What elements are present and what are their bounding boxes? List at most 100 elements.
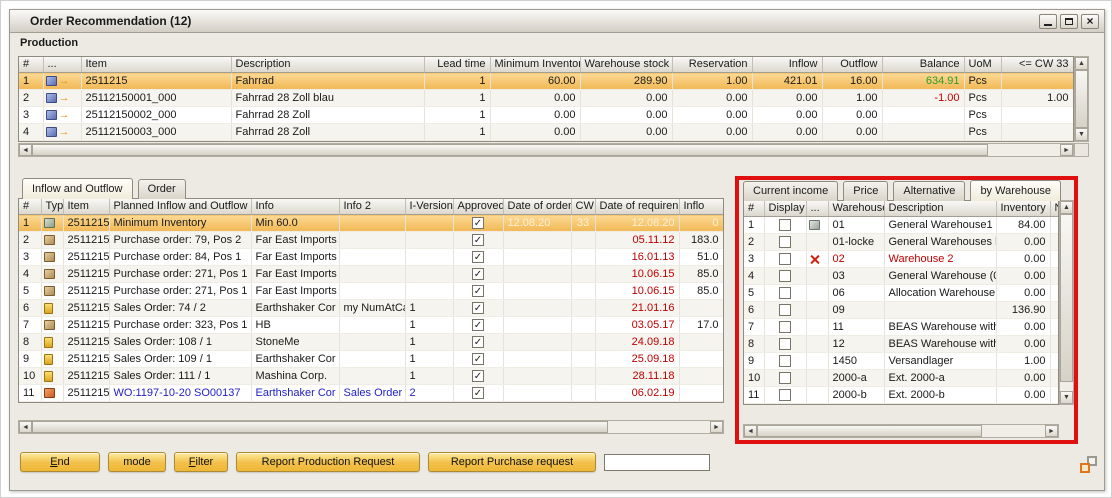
warehouse-row[interactable]: 101General Warehouse184.00 [744,217,1059,234]
scroll-left-icon[interactable]: ◄ [19,421,32,433]
scrollbar-thumb[interactable] [1060,214,1073,382]
display-checkbox[interactable] [779,219,791,231]
column-header-balance-cell[interactable]: Balance [882,57,964,73]
report-production-request-button[interactable]: Report Production Request [236,452,420,472]
column-header-cw-qty-cell[interactable]: <= CW 33 [1001,57,1073,73]
end-button[interactable]: End [20,452,100,472]
flow-row[interactable]: 62511215Sales Order: 74 / 2Earthshaker C… [19,300,723,317]
warehouse-row[interactable]: 91450Versandlager1.00 [744,353,1059,370]
column-header-warehouse-description-cell[interactable]: Description [884,201,996,217]
column-header-type-icon-cell[interactable]: Typ [41,199,63,215]
warehouse-row[interactable]: 609136.90 [744,302,1059,319]
approved-checkbox[interactable]: ✓ [472,370,484,382]
column-header-row-number-cell[interactable]: # [19,199,41,215]
approved-checkbox[interactable]: ✓ [472,251,484,263]
scroll-left-icon[interactable]: ◄ [744,425,757,437]
column-header-planned-inflow-outflow-cell[interactable]: Planned Inflow and Outflow [109,199,251,215]
approved-checkbox[interactable]: ✓ [472,353,484,365]
display-checkbox[interactable] [779,236,791,248]
column-header-minimum-inventory-cell[interactable]: Minimum Inventory [490,57,580,73]
item-table-vscrollbar[interactable]: ▲▼ [1074,56,1089,142]
approved-checkbox[interactable]: ✓ [472,234,484,246]
warehouse-row[interactable]: 112000-bExt. 2000-b0.00 [744,387,1059,404]
column-header-inflow-cell[interactable]: Inflow [752,57,822,73]
scroll-right-icon[interactable]: ► [1045,425,1058,437]
scroll-up-icon[interactable]: ▲ [1075,57,1088,70]
scrollbar-thumb[interactable] [32,421,608,433]
column-header-inflow-cell[interactable]: Inflo [679,199,723,215]
item-row[interactable]: 4→25112150003_000Fahrrad 28 Zoll10.000.0… [19,124,1073,141]
item-row[interactable]: 1→2511215Fahrrad160.00289.901.00421.0116… [19,73,1073,90]
drilldown-arrow-icon[interactable]: → [59,92,70,104]
column-header-inventory-cell[interactable]: Inventory [996,201,1050,217]
flow-row[interactable]: 12511215Minimum InventoryMin 60.0✓12.08.… [19,215,723,232]
drilldown-arrow-icon[interactable]: → [59,109,70,121]
display-checkbox[interactable] [779,287,791,299]
scrollbar-track[interactable] [1075,70,1088,128]
scroll-down-icon[interactable]: ▼ [1060,391,1073,404]
approved-checkbox[interactable]: ✓ [472,268,484,280]
display-checkbox[interactable] [779,338,791,350]
tab-alternative[interactable]: Alternative [893,181,965,201]
approved-checkbox[interactable]: ✓ [472,217,484,229]
column-header-lead-time-cell[interactable]: Lead time [424,57,490,73]
flow-row[interactable]: 82511215Sales Order: 108 / 1StoneMe1✓24.… [19,334,723,351]
drilldown-arrow-icon[interactable]: → [59,75,70,87]
tab-price[interactable]: Price [843,181,888,201]
flow-row[interactable]: 32511215Purchase order: 84, Pos 1Far Eas… [19,249,723,266]
column-header-info2-cell[interactable]: Info 2 [339,199,405,215]
scroll-left-icon[interactable]: ◄ [19,144,32,156]
display-checkbox[interactable] [779,389,791,401]
column-header-info-cell[interactable]: Info [251,199,339,215]
filter-button[interactable]: Filter [174,452,228,472]
display-checkbox[interactable] [779,253,791,265]
footer-text-input[interactable] [604,454,710,471]
display-checkbox[interactable] [779,270,791,282]
scroll-right-icon[interactable]: ► [710,421,723,433]
display-checkbox[interactable] [779,321,791,333]
column-header-item-code-cell[interactable]: Item [63,199,109,215]
warehouse-row[interactable]: 102000-aExt. 2000-a0.00 [744,370,1059,387]
approved-checkbox[interactable]: ✓ [472,387,484,399]
column-header-reservation-cell[interactable]: Reservation [672,57,752,73]
flow-row[interactable]: 112511215WO:1197-10-20 SO00137Earthshake… [19,385,723,402]
warehouse-row[interactable]: 302Warehouse 20.00 [744,251,1059,268]
minimize-button[interactable] [1039,14,1057,29]
column-header-warehouse-stock-cell[interactable]: Warehouse stock [580,57,672,73]
report-purchase-request-button[interactable]: Report Purchase request [428,452,596,472]
flow-row[interactable]: 52511215Purchase order: 271, Pos 1Far Ea… [19,283,723,300]
flow-row[interactable]: 42511215Purchase order: 271, Pos 1Far Ea… [19,266,723,283]
tab-order[interactable]: Order [138,179,186,199]
column-header-clipped-next-column-cell[interactable]: N [1050,201,1059,217]
flow-row[interactable]: 92511215Sales Order: 109 / 1Earthshaker … [19,351,723,368]
warehouse-table-vscrollbar[interactable]: ▲▼ [1059,200,1074,405]
warehouse-row[interactable]: 812BEAS Warehouse with Bin0.00 [744,336,1059,353]
tab-by-warehouse[interactable]: by Warehouse [970,180,1061,201]
tab-inflow-and-outflow[interactable]: Inflow and Outflow [22,178,133,199]
column-header-row-number-cell[interactable]: # [744,201,764,217]
column-header-uom-cell[interactable]: UoM [964,57,1001,73]
resize-grip-icon[interactable] [1080,456,1097,473]
warehouse-row[interactable]: 711BEAS Warehouse with Bin0.00 [744,319,1059,336]
column-header-i-version-cell[interactable]: I-Version [405,199,453,215]
scrollbar-track[interactable] [32,421,710,433]
scroll-right-icon[interactable]: ► [1060,144,1073,156]
scrollbar-track[interactable] [32,144,1060,156]
flow-row[interactable]: 72511215Purchase order: 323, Pos 1HB1✓03… [19,317,723,334]
warehouse-row[interactable]: 403General Warehouse (03)0.00 [744,268,1059,285]
warehouse-table-hscrollbar[interactable]: ◄► [743,424,1059,438]
warehouse-row[interactable]: 506Allocation Warehouse (06)0.00 [744,285,1059,302]
close-button[interactable]: × [1081,14,1099,29]
column-header-row-number-cell[interactable]: # [19,57,43,73]
flow-row[interactable]: 22511215Purchase order: 79, Pos 2Far Eas… [19,232,723,249]
column-header-date-of-requirement-cell[interactable]: Date of requiren [595,199,679,215]
item-table-hscrollbar[interactable]: ◄► [18,143,1074,157]
scrollbar-thumb[interactable] [757,425,982,437]
scrollbar-thumb[interactable] [32,144,988,156]
approved-checkbox[interactable]: ✓ [472,302,484,314]
item-row[interactable]: 3→25112150002_000Fahrrad 28 Zoll10.000.0… [19,107,1073,124]
warehouse-row[interactable]: 201-lockeGeneral Warehouses locke0.00 [744,234,1059,251]
column-header-outflow-cell[interactable]: Outflow [822,57,882,73]
column-header-warehouse-icon-cell[interactable]: ... [806,201,828,217]
approved-checkbox[interactable]: ✓ [472,285,484,297]
